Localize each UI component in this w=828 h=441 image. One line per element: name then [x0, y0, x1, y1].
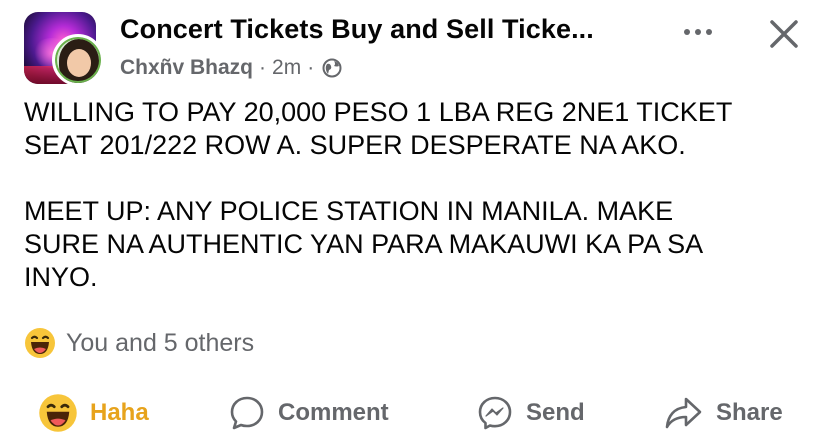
messenger-icon [478, 396, 512, 430]
haha-emoji-icon [25, 328, 55, 358]
meta-separator: · [259, 56, 267, 79]
haha-emoji-icon [39, 394, 77, 432]
action-bar: Haha Comment Send Share [0, 388, 828, 438]
post-time[interactable]: 2m [272, 56, 301, 80]
reaction-summary[interactable]: You and 5 others [24, 326, 254, 360]
meta-separator: · [307, 56, 315, 79]
close-icon[interactable] [764, 14, 804, 54]
comment-button[interactable]: Comment [228, 388, 389, 438]
author-name[interactable]: Chxñv Bhazq [120, 56, 253, 80]
post-meta: Chxñv Bhazq · 2m · [120, 56, 342, 80]
send-label: Send [526, 399, 585, 426]
share-button[interactable]: Share [664, 388, 783, 438]
comment-label: Comment [278, 399, 389, 426]
share-icon [665, 397, 702, 429]
more-options-icon[interactable] [676, 18, 720, 46]
send-button[interactable]: Send [476, 388, 585, 438]
globe-icon[interactable] [322, 58, 342, 78]
haha-reaction-button[interactable]: Haha [38, 388, 149, 438]
share-label: Share [716, 399, 783, 426]
haha-label: Haha [90, 399, 149, 426]
post-body-text: WILLING TO PAY 20,000 PESO 1 LBA REG 2NE… [24, 97, 733, 292]
group-name[interactable]: Concert Tickets Buy and Sell Ticke... [120, 14, 640, 45]
post-header: Concert Tickets Buy and Sell Ticke... Ch… [0, 0, 828, 95]
user-avatar[interactable] [52, 34, 104, 86]
reaction-count-text: You and 5 others [66, 328, 255, 357]
avatar-ring [55, 37, 101, 83]
comment-icon [230, 396, 264, 430]
